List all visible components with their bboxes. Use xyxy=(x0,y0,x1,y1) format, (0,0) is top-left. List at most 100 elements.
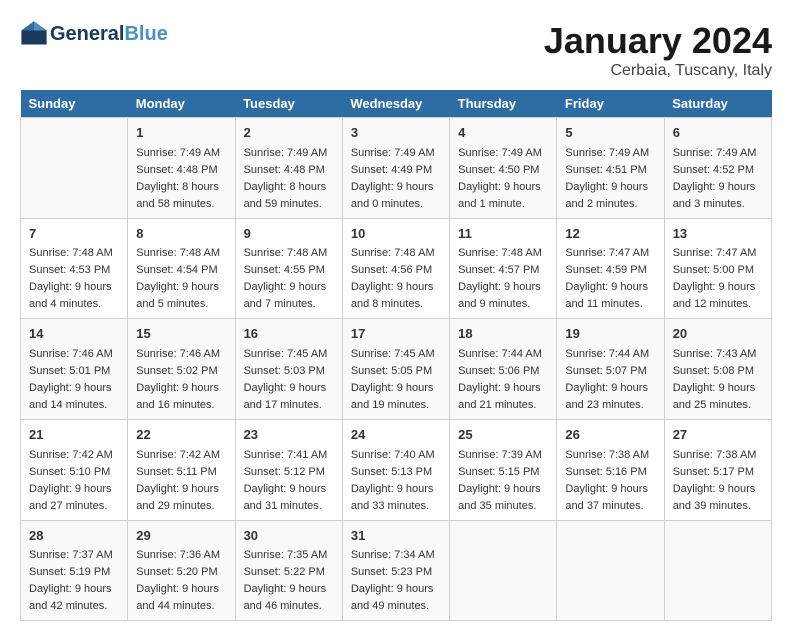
day-number: 1 xyxy=(136,123,226,143)
calendar-cell: 24Sunrise: 7:40 AM Sunset: 5:13 PM Dayli… xyxy=(342,420,449,521)
day-number: 7 xyxy=(29,224,119,244)
calendar-cell xyxy=(664,520,771,621)
calendar-cell: 23Sunrise: 7:41 AM Sunset: 5:12 PM Dayli… xyxy=(235,420,342,521)
day-number: 18 xyxy=(458,324,548,344)
calendar-cell: 21Sunrise: 7:42 AM Sunset: 5:10 PM Dayli… xyxy=(21,420,128,521)
day-number: 3 xyxy=(351,123,441,143)
day-number: 29 xyxy=(136,526,226,546)
day-header-thursday: Thursday xyxy=(450,90,557,118)
day-number: 17 xyxy=(351,324,441,344)
calendar-cell: 31Sunrise: 7:34 AM Sunset: 5:23 PM Dayli… xyxy=(342,520,449,621)
day-number: 25 xyxy=(458,425,548,445)
day-info: Sunrise: 7:44 AM Sunset: 5:06 PM Dayligh… xyxy=(458,346,548,414)
calendar-cell: 10Sunrise: 7:48 AM Sunset: 4:56 PM Dayli… xyxy=(342,218,449,319)
calendar-table: SundayMondayTuesdayWednesdayThursdayFrid… xyxy=(20,90,772,621)
day-number: 30 xyxy=(244,526,334,546)
day-number: 22 xyxy=(136,425,226,445)
calendar-cell: 9Sunrise: 7:48 AM Sunset: 4:55 PM Daylig… xyxy=(235,218,342,319)
calendar-cell: 25Sunrise: 7:39 AM Sunset: 5:15 PM Dayli… xyxy=(450,420,557,521)
day-number: 19 xyxy=(565,324,655,344)
day-number: 13 xyxy=(673,224,763,244)
day-number: 8 xyxy=(136,224,226,244)
calendar-cell: 20Sunrise: 7:43 AM Sunset: 5:08 PM Dayli… xyxy=(664,319,771,420)
calendar-cell: 14Sunrise: 7:46 AM Sunset: 5:01 PM Dayli… xyxy=(21,319,128,420)
calendar-cell: 5Sunrise: 7:49 AM Sunset: 4:51 PM Daylig… xyxy=(557,118,664,219)
calendar-cell: 15Sunrise: 7:46 AM Sunset: 5:02 PM Dayli… xyxy=(128,319,235,420)
day-info: Sunrise: 7:49 AM Sunset: 4:52 PM Dayligh… xyxy=(673,145,763,213)
day-info: Sunrise: 7:45 AM Sunset: 5:05 PM Dayligh… xyxy=(351,346,441,414)
calendar-cell xyxy=(557,520,664,621)
calendar-cell xyxy=(21,118,128,219)
day-info: Sunrise: 7:42 AM Sunset: 5:10 PM Dayligh… xyxy=(29,447,119,515)
day-info: Sunrise: 7:46 AM Sunset: 5:01 PM Dayligh… xyxy=(29,346,119,414)
calendar-cell: 30Sunrise: 7:35 AM Sunset: 5:22 PM Dayli… xyxy=(235,520,342,621)
day-number: 6 xyxy=(673,123,763,143)
calendar-cell: 19Sunrise: 7:44 AM Sunset: 5:07 PM Dayli… xyxy=(557,319,664,420)
calendar-cell: 29Sunrise: 7:36 AM Sunset: 5:20 PM Dayli… xyxy=(128,520,235,621)
day-header-sunday: Sunday xyxy=(21,90,128,118)
day-info: Sunrise: 7:43 AM Sunset: 5:08 PM Dayligh… xyxy=(673,346,763,414)
day-info: Sunrise: 7:36 AM Sunset: 5:20 PM Dayligh… xyxy=(136,547,226,615)
calendar-cell xyxy=(450,520,557,621)
day-number: 31 xyxy=(351,526,441,546)
day-info: Sunrise: 7:38 AM Sunset: 5:16 PM Dayligh… xyxy=(565,447,655,515)
day-info: Sunrise: 7:45 AM Sunset: 5:03 PM Dayligh… xyxy=(244,346,334,414)
day-number: 12 xyxy=(565,224,655,244)
calendar-cell: 6Sunrise: 7:49 AM Sunset: 4:52 PM Daylig… xyxy=(664,118,771,219)
page-header: GeneralBlue January 2024 Cerbaia, Tuscan… xyxy=(20,20,772,80)
day-header-friday: Friday xyxy=(557,90,664,118)
calendar-cell: 26Sunrise: 7:38 AM Sunset: 5:16 PM Dayli… xyxy=(557,420,664,521)
day-info: Sunrise: 7:47 AM Sunset: 4:59 PM Dayligh… xyxy=(565,245,655,313)
day-number: 14 xyxy=(29,324,119,344)
day-info: Sunrise: 7:49 AM Sunset: 4:48 PM Dayligh… xyxy=(244,145,334,213)
day-info: Sunrise: 7:49 AM Sunset: 4:51 PM Dayligh… xyxy=(565,145,655,213)
calendar-cell: 22Sunrise: 7:42 AM Sunset: 5:11 PM Dayli… xyxy=(128,420,235,521)
day-info: Sunrise: 7:35 AM Sunset: 5:22 PM Dayligh… xyxy=(244,547,334,615)
day-number: 28 xyxy=(29,526,119,546)
calendar-cell: 7Sunrise: 7:48 AM Sunset: 4:53 PM Daylig… xyxy=(21,218,128,319)
logo-text-general: General xyxy=(50,23,124,45)
logo-text-blue: Blue xyxy=(124,23,167,45)
day-header-tuesday: Tuesday xyxy=(235,90,342,118)
day-number: 2 xyxy=(244,123,334,143)
day-info: Sunrise: 7:40 AM Sunset: 5:13 PM Dayligh… xyxy=(351,447,441,515)
main-title: January 2024 xyxy=(544,20,772,62)
calendar-week-row: 14Sunrise: 7:46 AM Sunset: 5:01 PM Dayli… xyxy=(21,319,772,420)
day-info: Sunrise: 7:44 AM Sunset: 5:07 PM Dayligh… xyxy=(565,346,655,414)
day-info: Sunrise: 7:42 AM Sunset: 5:11 PM Dayligh… xyxy=(136,447,226,515)
day-info: Sunrise: 7:41 AM Sunset: 5:12 PM Dayligh… xyxy=(244,447,334,515)
day-header-monday: Monday xyxy=(128,90,235,118)
day-number: 27 xyxy=(673,425,763,445)
day-number: 21 xyxy=(29,425,119,445)
logo: GeneralBlue xyxy=(20,20,168,48)
calendar-cell: 12Sunrise: 7:47 AM Sunset: 4:59 PM Dayli… xyxy=(557,218,664,319)
day-number: 9 xyxy=(244,224,334,244)
calendar-cell: 28Sunrise: 7:37 AM Sunset: 5:19 PM Dayli… xyxy=(21,520,128,621)
day-info: Sunrise: 7:39 AM Sunset: 5:15 PM Dayligh… xyxy=(458,447,548,515)
day-info: Sunrise: 7:49 AM Sunset: 4:50 PM Dayligh… xyxy=(458,145,548,213)
calendar-cell: 3Sunrise: 7:49 AM Sunset: 4:49 PM Daylig… xyxy=(342,118,449,219)
subtitle: Cerbaia, Tuscany, Italy xyxy=(544,62,772,80)
day-info: Sunrise: 7:38 AM Sunset: 5:17 PM Dayligh… xyxy=(673,447,763,515)
calendar-week-row: 1Sunrise: 7:49 AM Sunset: 4:48 PM Daylig… xyxy=(21,118,772,219)
calendar-cell: 1Sunrise: 7:49 AM Sunset: 4:48 PM Daylig… xyxy=(128,118,235,219)
day-number: 15 xyxy=(136,324,226,344)
day-info: Sunrise: 7:48 AM Sunset: 4:54 PM Dayligh… xyxy=(136,245,226,313)
day-info: Sunrise: 7:49 AM Sunset: 4:48 PM Dayligh… xyxy=(136,145,226,213)
calendar-cell: 11Sunrise: 7:48 AM Sunset: 4:57 PM Dayli… xyxy=(450,218,557,319)
calendar-week-row: 28Sunrise: 7:37 AM Sunset: 5:19 PM Dayli… xyxy=(21,520,772,621)
calendar-week-row: 21Sunrise: 7:42 AM Sunset: 5:10 PM Dayli… xyxy=(21,420,772,521)
day-number: 24 xyxy=(351,425,441,445)
day-number: 16 xyxy=(244,324,334,344)
calendar-header-row: SundayMondayTuesdayWednesdayThursdayFrid… xyxy=(21,90,772,118)
calendar-cell: 17Sunrise: 7:45 AM Sunset: 5:05 PM Dayli… xyxy=(342,319,449,420)
calendar-cell: 16Sunrise: 7:45 AM Sunset: 5:03 PM Dayli… xyxy=(235,319,342,420)
calendar-cell: 13Sunrise: 7:47 AM Sunset: 5:00 PM Dayli… xyxy=(664,218,771,319)
calendar-cell: 2Sunrise: 7:49 AM Sunset: 4:48 PM Daylig… xyxy=(235,118,342,219)
day-info: Sunrise: 7:48 AM Sunset: 4:55 PM Dayligh… xyxy=(244,245,334,313)
calendar-cell: 18Sunrise: 7:44 AM Sunset: 5:06 PM Dayli… xyxy=(450,319,557,420)
day-number: 20 xyxy=(673,324,763,344)
day-header-saturday: Saturday xyxy=(664,90,771,118)
day-info: Sunrise: 7:49 AM Sunset: 4:49 PM Dayligh… xyxy=(351,145,441,213)
calendar-cell: 27Sunrise: 7:38 AM Sunset: 5:17 PM Dayli… xyxy=(664,420,771,521)
